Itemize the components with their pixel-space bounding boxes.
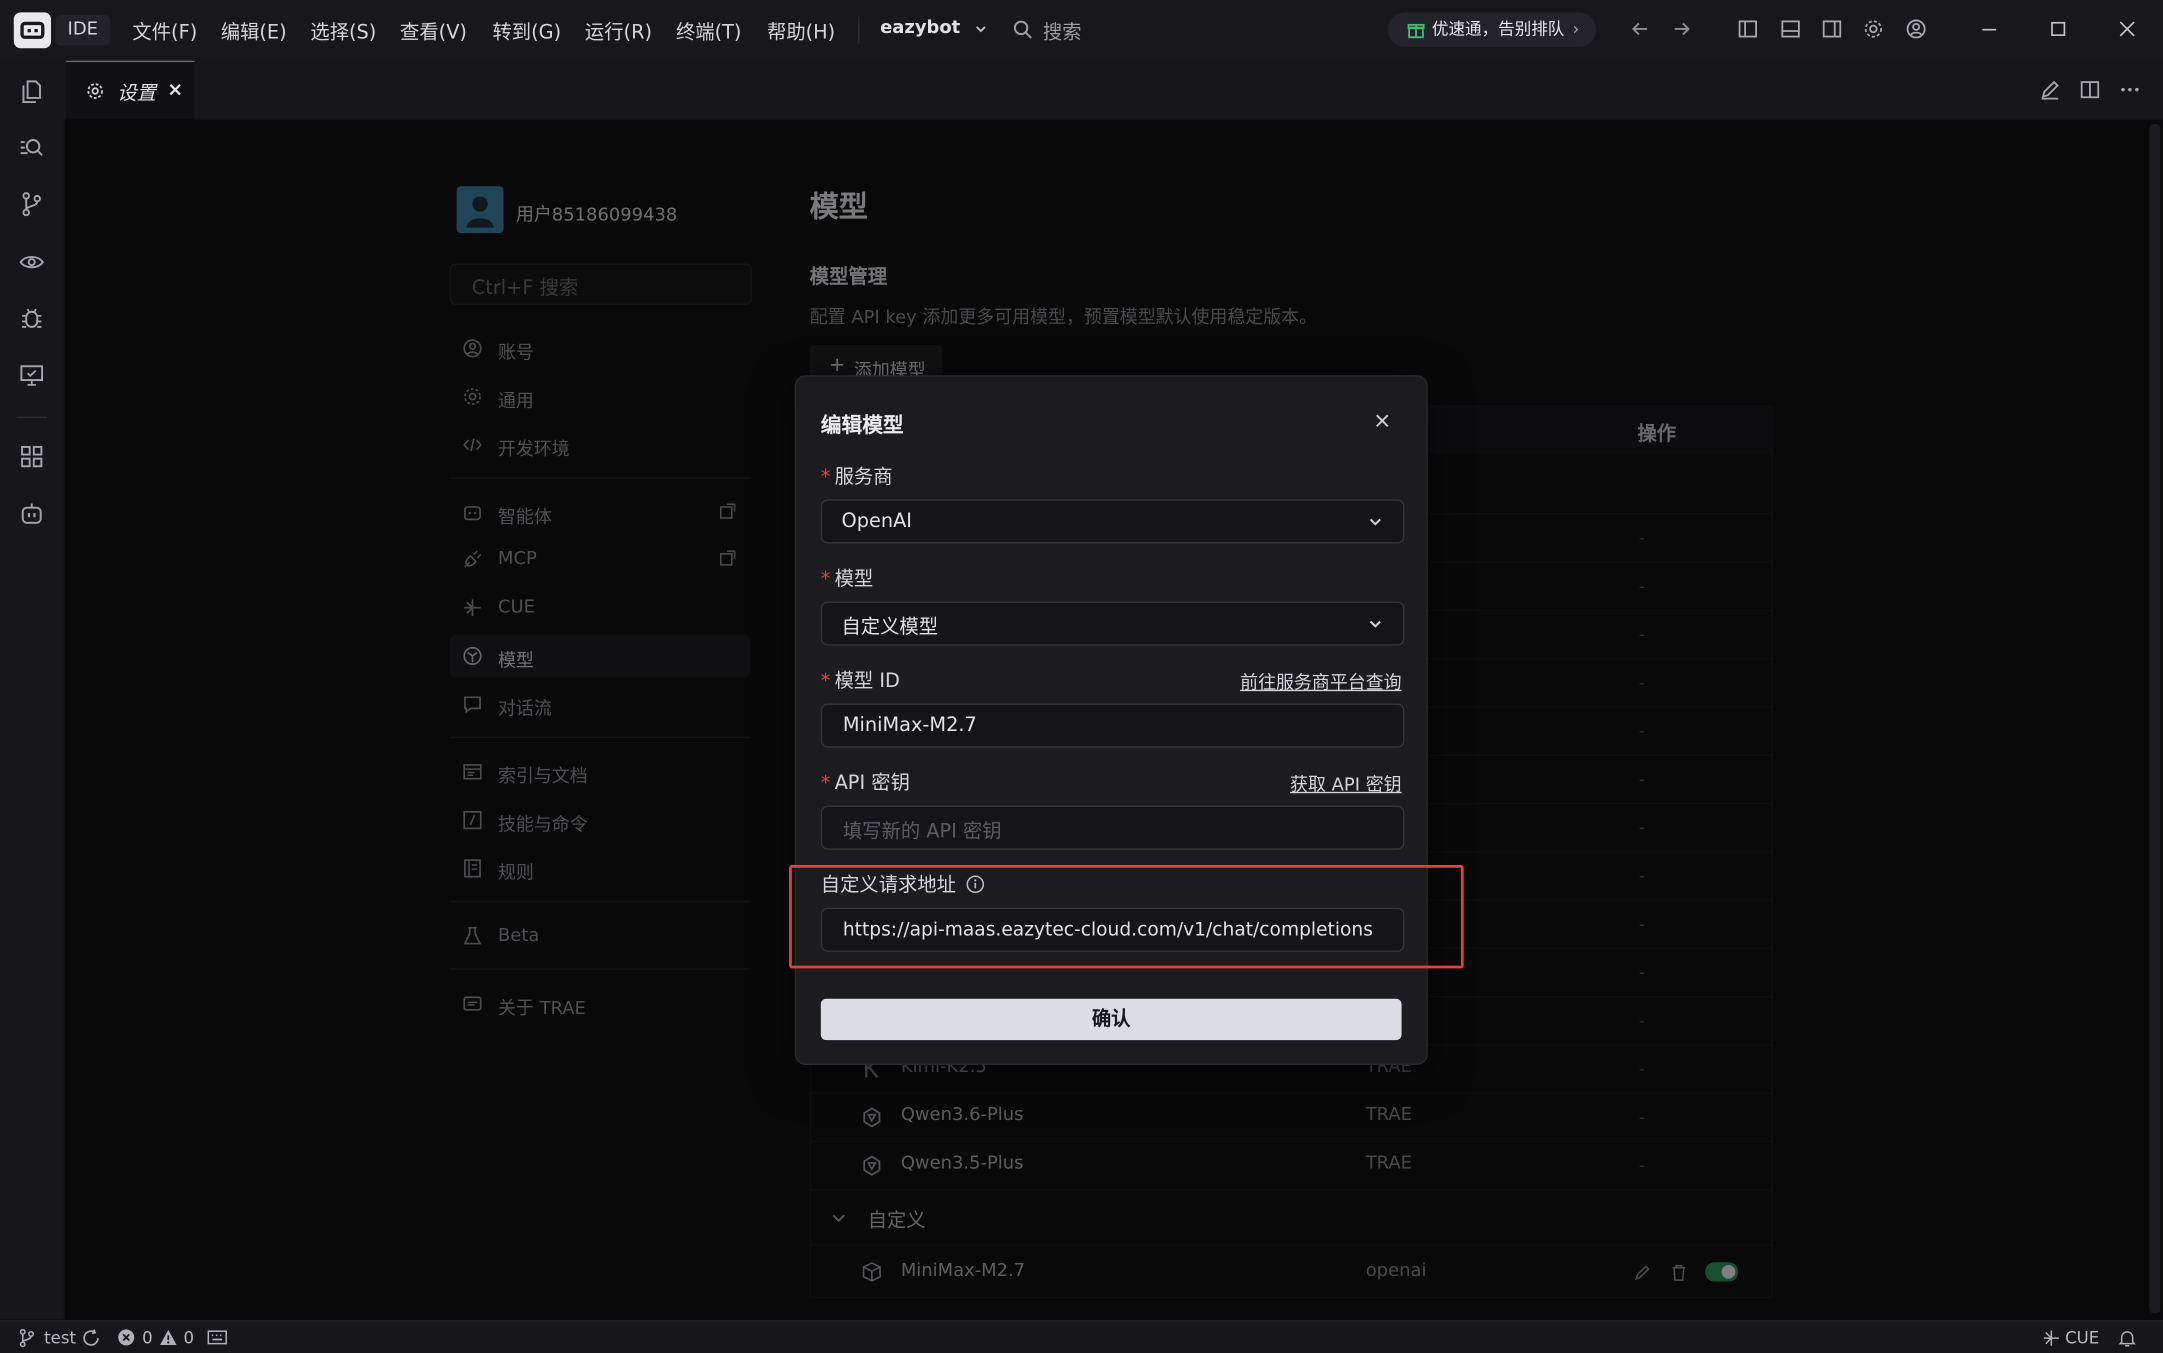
provider-value: OpenAI bbox=[841, 510, 913, 533]
promo-banner[interactable]: 优速通，告别排队 › bbox=[1387, 12, 1597, 47]
divider bbox=[858, 16, 860, 45]
maximize-icon[interactable] bbox=[2047, 18, 2072, 43]
title-bar: IDE 文件(F) 编辑(E) 选择(S) 查看(V) 转到(G) 运行(R) … bbox=[0, 0, 2163, 63]
model-label: * 模型 bbox=[821, 564, 873, 592]
search-icon bbox=[1013, 19, 1034, 40]
menu-edit[interactable]: 编辑(E) bbox=[221, 18, 287, 46]
status-bar: test 0 0 CUE bbox=[0, 1320, 2163, 1353]
split-editor-icon[interactable] bbox=[2079, 79, 2101, 101]
toggle-panel-icon[interactable] bbox=[1780, 18, 1805, 43]
close-icon[interactable] bbox=[1373, 411, 1392, 430]
provider-label: * 服务商 bbox=[821, 462, 893, 490]
warning-icon[interactable] bbox=[159, 1328, 178, 1346]
preview-eye-icon[interactable] bbox=[18, 248, 46, 276]
editor-tab-bar: 设置 bbox=[63, 60, 2163, 121]
project-switcher[interactable]: eazybot bbox=[880, 18, 988, 43]
highlight-box bbox=[789, 864, 1464, 969]
toggle-sidebar-icon[interactable] bbox=[1737, 18, 1762, 43]
chevron-right-icon: › bbox=[1572, 19, 1580, 39]
more-actions-icon[interactable] bbox=[2119, 79, 2141, 101]
menu-goto[interactable]: 转到(G) bbox=[492, 18, 561, 46]
remote-monitor-icon[interactable] bbox=[18, 361, 46, 389]
keyboard-icon[interactable] bbox=[207, 1328, 228, 1346]
close-icon[interactable] bbox=[167, 81, 184, 98]
model-select[interactable]: 自定义模型 bbox=[820, 601, 1405, 646]
minimize-icon[interactable] bbox=[1978, 18, 2003, 43]
model-id-label-text: 模型 ID bbox=[834, 670, 900, 693]
api-key-input[interactable]: 填写新的 API 密钥 bbox=[820, 805, 1405, 850]
project-name: eazybot bbox=[880, 17, 961, 39]
arrow-right-icon[interactable] bbox=[1671, 18, 1696, 43]
divider bbox=[16, 416, 47, 418]
command-search[interactable]: 搜索 bbox=[1013, 18, 1289, 45]
get-api-key-link[interactable]: 获取 API 密钥 bbox=[1290, 770, 1402, 796]
toggle-aux-sidebar-icon[interactable] bbox=[1821, 18, 1846, 43]
model-id-value: MiniMax-M2.7 bbox=[842, 714, 977, 737]
search-placeholder: 搜索 bbox=[1042, 22, 1082, 45]
promo-text: 优速通，告别排队 bbox=[1431, 19, 1565, 39]
close-window-icon[interactable] bbox=[2116, 18, 2141, 43]
account-icon[interactable] bbox=[1905, 18, 1930, 43]
menu-select[interactable]: 选择(S) bbox=[310, 18, 376, 46]
chevron-down-icon bbox=[1367, 615, 1384, 632]
cue-status[interactable]: CUE bbox=[2065, 1328, 2099, 1347]
bell-icon[interactable] bbox=[2118, 1328, 2137, 1347]
branch-name[interactable]: test bbox=[44, 1328, 76, 1347]
sync-icon[interactable] bbox=[81, 1328, 100, 1347]
app-logo-icon[interactable] bbox=[13, 12, 52, 49]
chevron-down-icon bbox=[974, 21, 988, 35]
provider-label-text: 服务商 bbox=[834, 466, 893, 489]
gear-icon[interactable] bbox=[1862, 18, 1887, 43]
model-id-input[interactable]: MiniMax-M2.7 bbox=[820, 703, 1405, 748]
dialog-title: 编辑模型 bbox=[820, 412, 904, 438]
menu-run[interactable]: 运行(R) bbox=[585, 18, 652, 46]
gear-icon bbox=[86, 81, 105, 100]
chevron-down-icon bbox=[1367, 513, 1384, 530]
required-mark: * bbox=[820, 466, 831, 489]
confirm-button[interactable]: 确认 bbox=[820, 998, 1402, 1041]
tab-label: 设置 bbox=[117, 82, 156, 105]
gift-icon bbox=[1407, 21, 1425, 39]
error-icon[interactable] bbox=[117, 1328, 135, 1346]
model-value: 自定义模型 bbox=[841, 616, 939, 639]
api-key-label-text: API 密钥 bbox=[834, 772, 910, 795]
debug-icon[interactable] bbox=[18, 305, 46, 333]
model-id-label: * 模型 ID bbox=[821, 666, 900, 694]
explorer-icon[interactable] bbox=[18, 77, 46, 105]
confirm-label: 确认 bbox=[1091, 1008, 1131, 1031]
scrollbar[interactable] bbox=[2149, 124, 2161, 1314]
cue-status-icon bbox=[2042, 1328, 2061, 1347]
warning-count[interactable]: 0 bbox=[183, 1328, 194, 1347]
ide-mode-badge[interactable]: IDE bbox=[55, 15, 111, 46]
arrow-left-icon[interactable] bbox=[1629, 18, 1654, 43]
menu-file[interactable]: 文件(F) bbox=[132, 18, 197, 46]
provider-platform-link[interactable]: 前往服务商平台查询 bbox=[1240, 668, 1401, 694]
tab-settings[interactable]: 设置 bbox=[66, 60, 195, 121]
required-mark: * bbox=[820, 568, 831, 591]
api-key-placeholder: 填写新的 API 密钥 bbox=[842, 820, 1002, 843]
activity-bar bbox=[0, 60, 65, 1319]
branch-icon bbox=[18, 1328, 36, 1348]
model-label-text: 模型 bbox=[834, 568, 874, 591]
required-mark: * bbox=[820, 670, 831, 693]
search-files-icon[interactable] bbox=[18, 134, 46, 162]
extensions-icon[interactable] bbox=[18, 443, 46, 471]
robot-agent-icon[interactable] bbox=[18, 499, 46, 527]
api-key-label: * API 密钥 bbox=[821, 768, 910, 796]
menu-terminal[interactable]: 终端(T) bbox=[676, 18, 742, 46]
edit-pencil-icon[interactable] bbox=[2039, 79, 2061, 101]
required-mark: * bbox=[820, 772, 831, 795]
error-count[interactable]: 0 bbox=[142, 1328, 153, 1347]
menu-view[interactable]: 查看(V) bbox=[400, 18, 467, 46]
source-control-icon[interactable] bbox=[18, 190, 46, 218]
menu-help[interactable]: 帮助(H) bbox=[767, 18, 835, 46]
provider-select[interactable]: OpenAI bbox=[820, 499, 1405, 544]
